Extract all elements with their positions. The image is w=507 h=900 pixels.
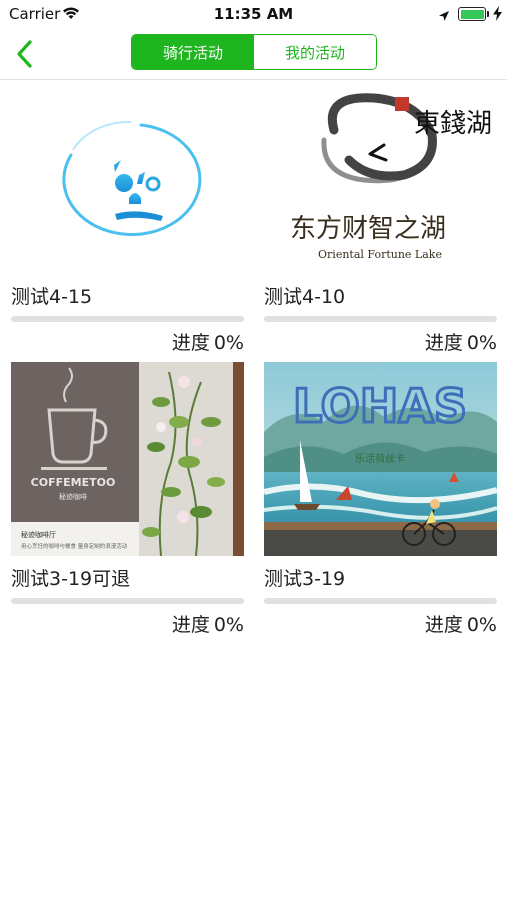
progress-track [11, 316, 244, 322]
progress-value: 0% [466, 332, 497, 354]
status-bar: Carrier 11:35 AM [0, 0, 507, 28]
lohas-brand-text: LOHAS [293, 379, 467, 433]
progress-track [264, 316, 497, 322]
progress-label: 进度 [424, 614, 463, 636]
location-icon [438, 7, 450, 26]
activity-card[interactable]: COFFEMETOO 秘迹咖啡 秘迹咖啡厅 用心烹饪的咖啡与餐食 量身定制的浪漫… [11, 362, 244, 638]
activity-title: 测试4-10 [264, 286, 346, 308]
lohas-tagline: 乐活骑丝卡 [355, 452, 405, 465]
coffee-sign-text: COFFEMETOO [31, 476, 116, 489]
clock: 11:35 AM [213, 5, 294, 23]
battery-cap [487, 11, 489, 17]
progress-row: 进度 0% [264, 612, 497, 638]
activity-card[interactable]: 测试4-15 进度 0% [11, 80, 244, 356]
progress-row: 进度 0% [11, 330, 244, 356]
progress-track [11, 598, 244, 604]
battery-icon [458, 7, 486, 21]
progress-label: 进度 [171, 332, 210, 354]
activity-image-blue-face-logo [11, 80, 244, 274]
navigation-bar: 骑行活动 我的活动 [0, 28, 507, 80]
coffee-caption-sub: 用心烹饪的咖啡与餐食 量身定制的浪漫活动 [21, 542, 128, 550]
progress-value: 0% [213, 614, 244, 636]
progress-value: 0% [213, 332, 244, 354]
coffee-caption: 秘迹咖啡厅 [21, 530, 56, 539]
lake-english-name: Oriental Fortune Lake [318, 248, 442, 261]
progress-label: 进度 [171, 614, 210, 636]
progress-row: 进度 0% [264, 330, 497, 356]
activity-card[interactable]: LOHAS 乐活骑丝卡 测试3-19 进度 0% [264, 362, 497, 638]
activity-image-lohas-poster: LOHAS 乐活骑丝卡 [264, 362, 497, 556]
tab-cycling-activities[interactable]: 骑行活动 [132, 35, 254, 69]
activity-image-coffee-shop-photo: COFFEMETOO 秘迹咖啡 秘迹咖啡厅 用心烹饪的咖啡与餐食 量身定制的浪漫… [11, 362, 244, 556]
progress-label: 进度 [424, 332, 463, 354]
chevron-left-icon [8, 40, 44, 76]
activity-card[interactable]: 東錢湖 东方财智之湖 Oriental Fortune Lake 测试4-10 … [264, 80, 497, 356]
progress-value: 0% [466, 614, 497, 636]
seal-char-1: 東錢湖 [414, 109, 492, 139]
activity-tabs: 骑行活动 我的活动 [131, 34, 377, 70]
charging-icon [493, 6, 502, 25]
tab-my-activities[interactable]: 我的活动 [254, 35, 376, 69]
progress-track [264, 598, 497, 604]
activity-title: 测试3-19可退 [11, 568, 131, 590]
activity-title: 测试4-15 [11, 286, 93, 308]
lake-chinese-name: 东方财智之湖 [290, 214, 446, 244]
activity-title: 测试3-19 [264, 568, 346, 590]
activity-image-east-lake-logo: 東錢湖 东方财智之湖 Oriental Fortune Lake [264, 80, 497, 274]
coffee-sign-subtext: 秘迹咖啡 [59, 492, 87, 501]
progress-row: 进度 0% [11, 612, 244, 638]
back-button[interactable] [8, 36, 44, 72]
